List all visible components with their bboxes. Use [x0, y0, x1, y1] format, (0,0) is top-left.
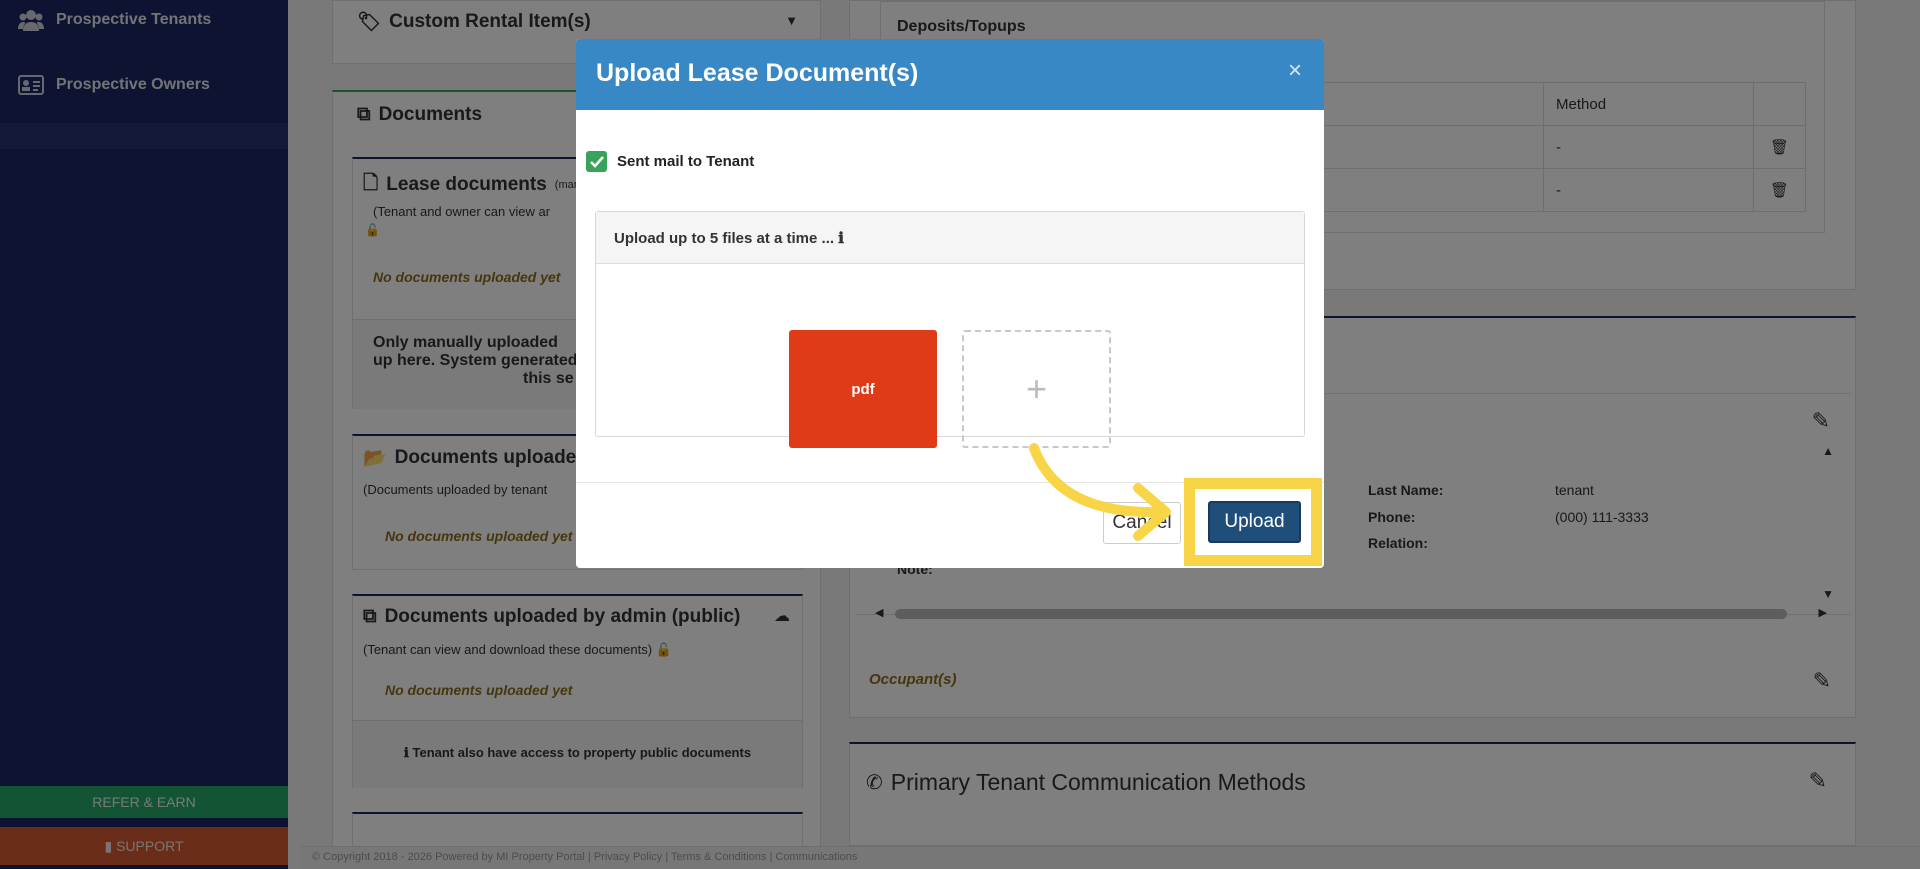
add-file-tile[interactable]: + [962, 330, 1111, 448]
send-mail-checkbox[interactable] [586, 151, 607, 172]
modal-header: Upload Lease Document(s) × [576, 39, 1324, 110]
upload-hint: Upload up to 5 files at a time ... [614, 230, 835, 247]
upload-button[interactable]: Upload [1208, 501, 1301, 543]
pointer-arrow-icon [1029, 443, 1171, 541]
upload-box: Upload up to 5 files at a time ... ℹ pdf… [595, 211, 1305, 448]
pdf-file-tile[interactable]: pdf [789, 330, 937, 448]
page: Prospective Tenants Prospective Owners R… [0, 0, 1920, 869]
send-mail-label: Sent mail to Tenant [617, 153, 755, 170]
pdf-tile-label: pdf [851, 380, 875, 398]
close-icon[interactable]: × [1288, 57, 1302, 85]
send-mail-row[interactable]: Sent mail to Tenant [586, 151, 754, 172]
modal-title: Upload Lease Document(s) [596, 59, 919, 87]
check-icon [589, 155, 604, 168]
plus-icon: + [1025, 368, 1048, 409]
info-icon[interactable]: ℹ [838, 230, 844, 247]
upload-box-header: Upload up to 5 files at a time ... ℹ [596, 212, 1304, 264]
